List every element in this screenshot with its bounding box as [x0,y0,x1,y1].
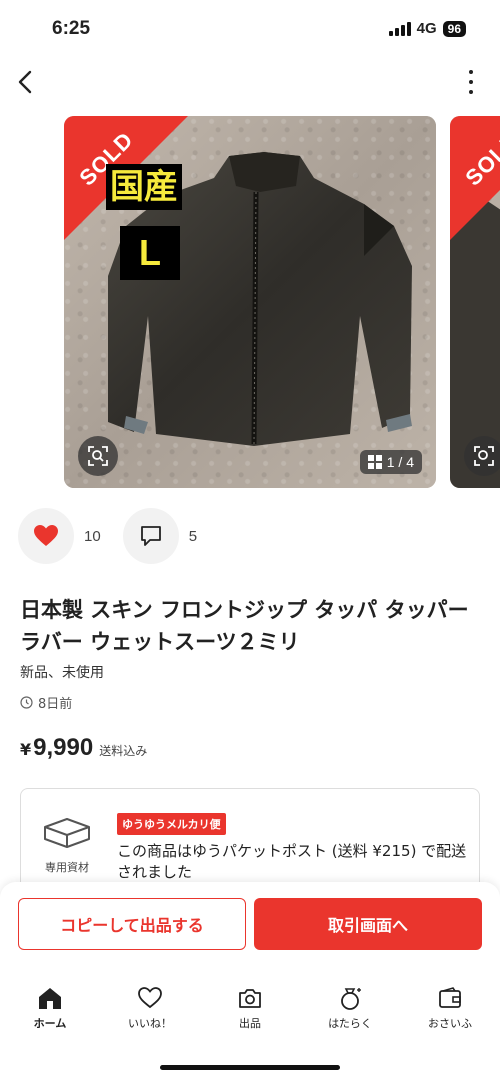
box-label: 専用資材 [45,861,89,874]
bag-icon [341,988,361,1010]
tab-wallet[interactable]: おさいふ [400,986,500,1042]
tab-label: いいね！ [128,1017,172,1030]
posted-time-text: 8日前 [38,697,73,712]
product-photo[interactable]: SOLD 国産 L 1 / 4 [64,116,436,488]
product-condition: 新品、未使用 [20,665,104,681]
image-counter[interactable]: 1 / 4 [359,450,422,474]
status-indicators: 4G 96 [388,20,466,37]
copy-and-list-button[interactable]: コピーして出品する [18,898,246,950]
package-box: 専用資材 [39,815,95,875]
tab-likes[interactable]: いいね！ [100,986,200,1042]
more-dot-icon [469,80,473,84]
home-indicator[interactable] [160,1065,340,1070]
box-icon [44,818,90,848]
posted-time: 8日前 [20,693,72,712]
like-button[interactable] [18,508,74,564]
back-button[interactable] [12,66,40,98]
more-options-button[interactable] [466,70,476,94]
more-dot-icon [469,70,473,74]
signal-icon [388,21,411,36]
clock-icon [20,696,33,709]
shipping-method-badge: ゆうゆうメルカリ便 [117,813,226,835]
home-icon [39,988,61,1009]
comment-count: 5 [188,527,198,545]
image-carousel[interactable]: SOLD 国産 L 1 / 4 SOLD [0,116,500,488]
wallet-icon [439,987,461,1008]
camera-icon [239,989,261,1008]
currency-symbol: ¥ [20,740,32,759]
lens-icon [474,446,494,466]
heart-icon [138,987,162,1009]
price: 9,990 [33,734,94,761]
more-dot-icon [469,90,473,94]
bottom-action-panel: コピーして出品する 取引画面へ [0,882,500,1080]
tab-label: 出品 [239,1017,261,1030]
tab-work[interactable]: はたらく [300,986,400,1042]
shipping-included-label: 送料込み [99,744,148,758]
status-time: 6:25 [52,18,91,39]
lens-icon [88,446,108,466]
network-label: 4G [416,20,437,37]
tab-label: おさいふ [428,1017,472,1030]
size-tag: L [120,226,180,280]
product-title: 日本製 スキン フロントジップ タッパ タッパーラバー ウェットスーツ２ミリ [20,598,469,654]
image-search-button[interactable] [78,436,118,476]
tab-label: ホーム [33,1017,67,1030]
go-to-transaction-button[interactable]: 取引画面へ [254,898,482,950]
image-counter-text: 1 / 4 [386,454,414,470]
heart-icon [34,525,58,546]
image-search-button[interactable] [464,436,500,476]
status-bar: 6:25 4G 96 [0,0,500,56]
comment-icon [140,526,161,546]
nav-bar [0,60,500,104]
domestic-tag: 国産 [106,164,182,210]
next-product-photo[interactable]: SOLD [450,116,500,488]
tab-bar: ホーム いいね！ 出品 はたらく おさいふ [0,986,500,1042]
tab-home[interactable]: ホーム [0,986,100,1042]
tab-sell[interactable]: 出品 [200,986,300,1042]
comment-button[interactable] [122,508,179,564]
like-count: 10 [84,527,101,545]
chevron-left-icon [18,70,32,94]
shipping-message: この商品はゆうパケットポスト (送料 ¥215) で配送されました [117,842,467,881]
battery-icon: 96 [442,20,466,37]
engagement-row: 10 5 [18,508,197,564]
grid-icon [367,455,382,469]
price-row: ¥ 9,990 送料込み [20,734,147,762]
tab-label: はたらく [328,1017,372,1030]
